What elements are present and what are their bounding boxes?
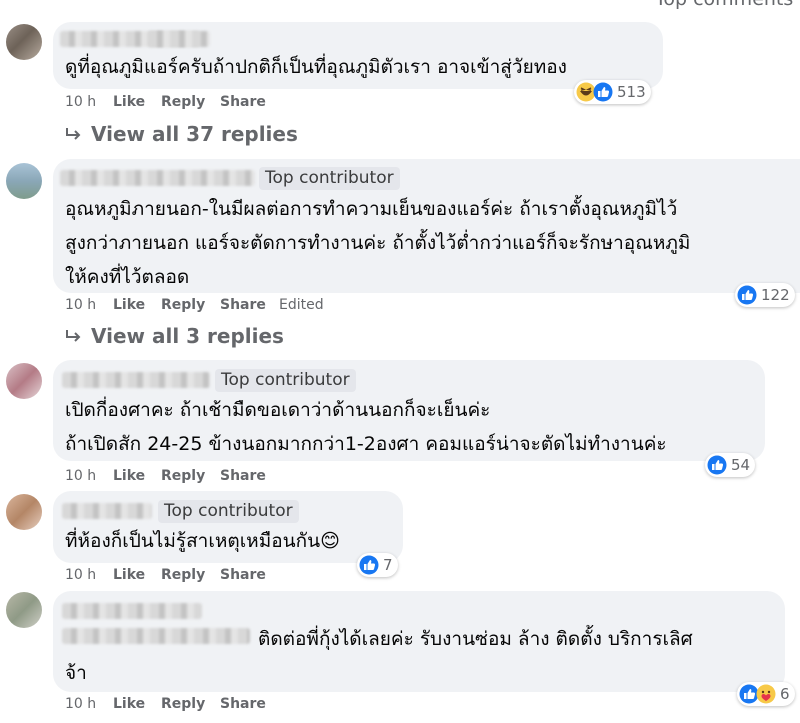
author-name[interactable]	[62, 603, 202, 619]
comment-text-line: ติดต่อพี่กุ้งได้เลยค่ะ รับงานซ่อม ล้าง ต…	[258, 628, 693, 650]
reply-button[interactable]: Reply	[161, 696, 205, 712]
comment-text-line: จ้า	[65, 662, 87, 684]
reaction-summary[interactable]: 6	[737, 682, 795, 706]
care-icon	[756, 684, 776, 704]
timestamp[interactable]: 10 h	[65, 696, 96, 712]
reaction-count: 6	[780, 685, 790, 703]
comment-text: ติดต่อพี่กุ้งได้เลยค่ะ รับงานซ่อม ล้าง ต…	[65, 622, 693, 690]
like-button[interactable]: Like	[113, 696, 145, 712]
comment-5: ติดต่อพี่กุ้งได้เลยค่ะ รับงานซ่อม ล้าง ต…	[0, 0, 800, 723]
avatar[interactable]	[6, 592, 42, 628]
share-button[interactable]: Share	[220, 696, 266, 712]
comment-actions: 10 h Like Reply Share	[65, 696, 365, 714]
